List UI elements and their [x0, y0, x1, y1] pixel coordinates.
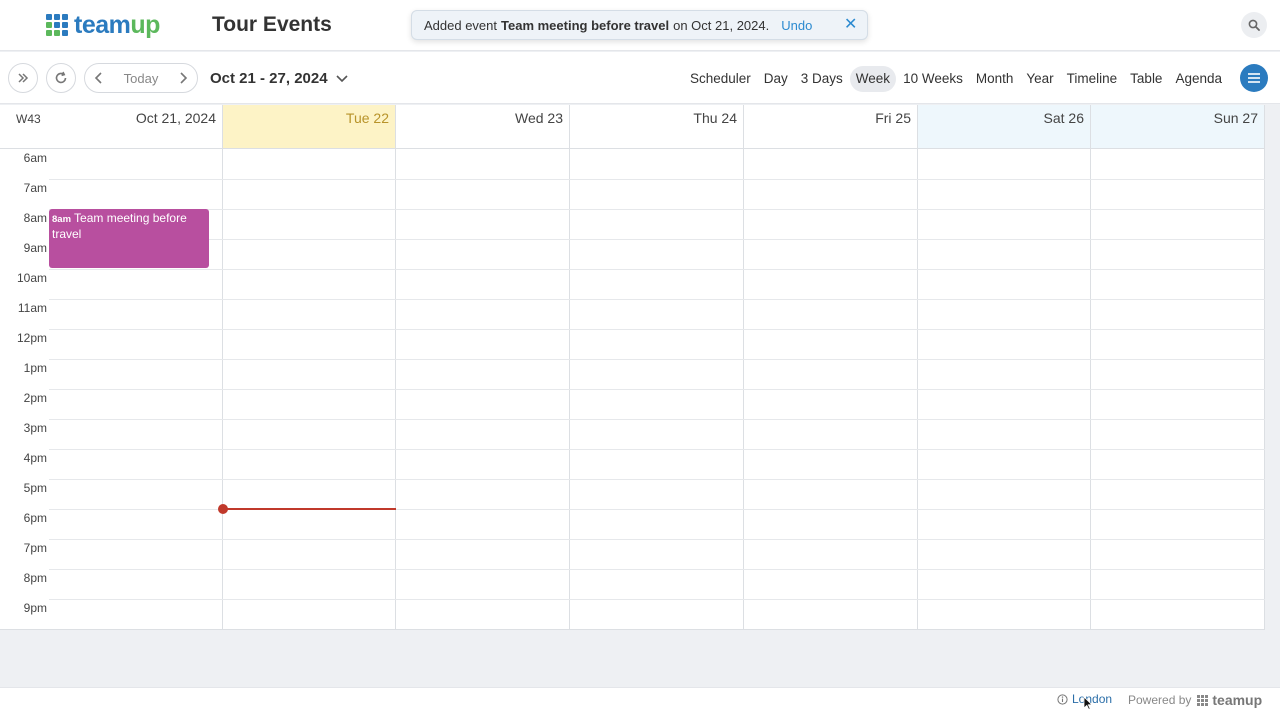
next-button[interactable] [169, 64, 197, 92]
view-tab-table[interactable]: Table [1124, 66, 1168, 92]
hour-gridline [49, 539, 1265, 540]
view-tab-3-days[interactable]: 3 Days [795, 66, 849, 92]
chevron-right-icon [180, 72, 188, 84]
week-number: W43 [16, 112, 41, 126]
hour-label: 9am [23, 241, 47, 255]
day-header[interactable]: Sat 26 [918, 105, 1090, 149]
toast-event-name: Team meeting before travel [501, 17, 670, 33]
brand-dots-icon [1197, 694, 1209, 706]
logo-text: teamup [74, 11, 160, 39]
day-header[interactable]: Wed 23 [396, 105, 569, 149]
today-button[interactable]: Today [113, 71, 169, 86]
date-range-picker[interactable]: Oct 21 - 27, 2024 [210, 70, 348, 87]
view-tab-day[interactable]: Day [758, 66, 794, 92]
day-column-divider [1264, 105, 1265, 630]
hour-label: 4pm [23, 451, 47, 465]
hour-gridline [49, 269, 1265, 270]
hour-label: 8pm [23, 571, 47, 585]
refresh-icon [55, 71, 67, 84]
view-tab-timeline[interactable]: Timeline [1061, 66, 1124, 92]
toast-prefix: Added event [424, 17, 498, 33]
hour-label: 12pm [16, 331, 47, 345]
day-header[interactable]: Tue 22 [223, 105, 395, 149]
hour-gridline [49, 209, 1265, 210]
hour-gridline [49, 329, 1265, 330]
event-added-toast: Added event Team meeting before travel o… [411, 10, 868, 40]
hour-label: 7pm [23, 541, 47, 555]
view-tab-10-weeks[interactable]: 10 Weeks [897, 66, 969, 92]
chevron-left-icon [94, 72, 102, 84]
logo-dots-icon [46, 14, 68, 36]
hour-label: 5pm [23, 481, 47, 495]
hour-label: 1pm [23, 361, 47, 375]
day-header[interactable]: Fri 25 [744, 105, 917, 149]
search-icon [1248, 19, 1260, 31]
hamburger-icon [1248, 73, 1260, 83]
calendar-event[interactable]: 8am Team meeting before travel [49, 209, 209, 268]
hour-label: 3pm [23, 421, 47, 435]
hour-gridline [49, 359, 1265, 360]
hour-gridline [49, 419, 1265, 420]
day-header[interactable]: Sun 27 [1091, 105, 1264, 149]
double-chevron-right-icon [18, 73, 29, 83]
info-icon [1057, 693, 1068, 705]
hour-label: 7am [23, 181, 47, 195]
hour-gridline [49, 569, 1265, 570]
view-tab-year[interactable]: Year [1020, 66, 1059, 92]
hour-gridline [49, 479, 1265, 480]
expand-sidebar-button[interactable] [8, 63, 38, 93]
teamup-logo[interactable]: teamup [46, 11, 160, 39]
hour-label: 8am [23, 211, 47, 225]
event-title: Team meeting before travel [52, 211, 187, 241]
view-tab-week[interactable]: Week [849, 66, 897, 92]
chevron-down-icon [336, 74, 348, 83]
day-column-divider [1090, 105, 1091, 630]
toast-suffix: on Oct 21, 2024. [673, 17, 770, 33]
current-time-dot [218, 504, 228, 514]
main-menu-button[interactable] [1240, 64, 1268, 92]
refresh-button[interactable] [46, 63, 76, 93]
hour-label: 11am [17, 301, 47, 315]
day-header[interactable]: Thu 24 [570, 105, 743, 149]
footer-brand: teamup [1197, 692, 1262, 708]
view-tab-agenda[interactable]: Agenda [1169, 66, 1228, 92]
hour-gridline [49, 299, 1265, 300]
hour-label: 6pm [23, 511, 47, 525]
date-range-label: Oct 21 - 27, 2024 [210, 70, 328, 87]
day-column-divider [743, 105, 744, 630]
undo-link[interactable]: Undo [781, 18, 812, 33]
day-column-divider [222, 105, 223, 630]
day-column-divider [395, 105, 396, 630]
hour-gridline [49, 239, 1265, 240]
hour-label: 9pm [23, 601, 47, 615]
week-grid[interactable]: Sun 27 Sat 26 Fri 25 Thu 24 Wed 23 Tue 22 Oct … [0, 105, 1265, 630]
event-time: 8am [52, 214, 72, 225]
top-header: teamup Tour Events Added event Team meet… [0, 0, 1280, 51]
calendar-title: Tour Events [212, 13, 332, 36]
hour-label: 2pm [23, 391, 47, 405]
hour-label: 6am [23, 151, 47, 165]
hour-gridline [49, 179, 1265, 180]
teamup-app: teamup Tour Events Added event Team meet… [0, 0, 1280, 710]
mouse-cursor-icon [1083, 696, 1093, 710]
powered-by[interactable]: Powered by teamup [1128, 692, 1262, 708]
hour-gridline [49, 449, 1265, 450]
day-column-divider [917, 105, 918, 630]
day-column-divider [569, 105, 570, 630]
view-tab-month[interactable]: Month [970, 66, 1020, 92]
calendar-toolbar: Today Oct 21 - 27, 2024 Scheduler Day 3 Da… [0, 52, 1280, 104]
date-navigation: Today [84, 63, 198, 93]
powered-by-label: Powered by [1128, 693, 1192, 707]
current-time-line [223, 508, 396, 510]
brand-text: teamup [1212, 692, 1263, 708]
search-button[interactable] [1241, 12, 1267, 38]
close-icon[interactable]: ✕ [844, 17, 858, 33]
hour-gridline [49, 599, 1265, 600]
view-switcher: Scheduler Day 3 Days Week 10 Weeks Month Year T… [683, 66, 1228, 92]
previous-button[interactable] [85, 64, 113, 92]
hour-label: 10am [16, 271, 47, 285]
view-tab-scheduler[interactable]: Scheduler [684, 66, 757, 92]
hour-gridline [49, 389, 1265, 390]
